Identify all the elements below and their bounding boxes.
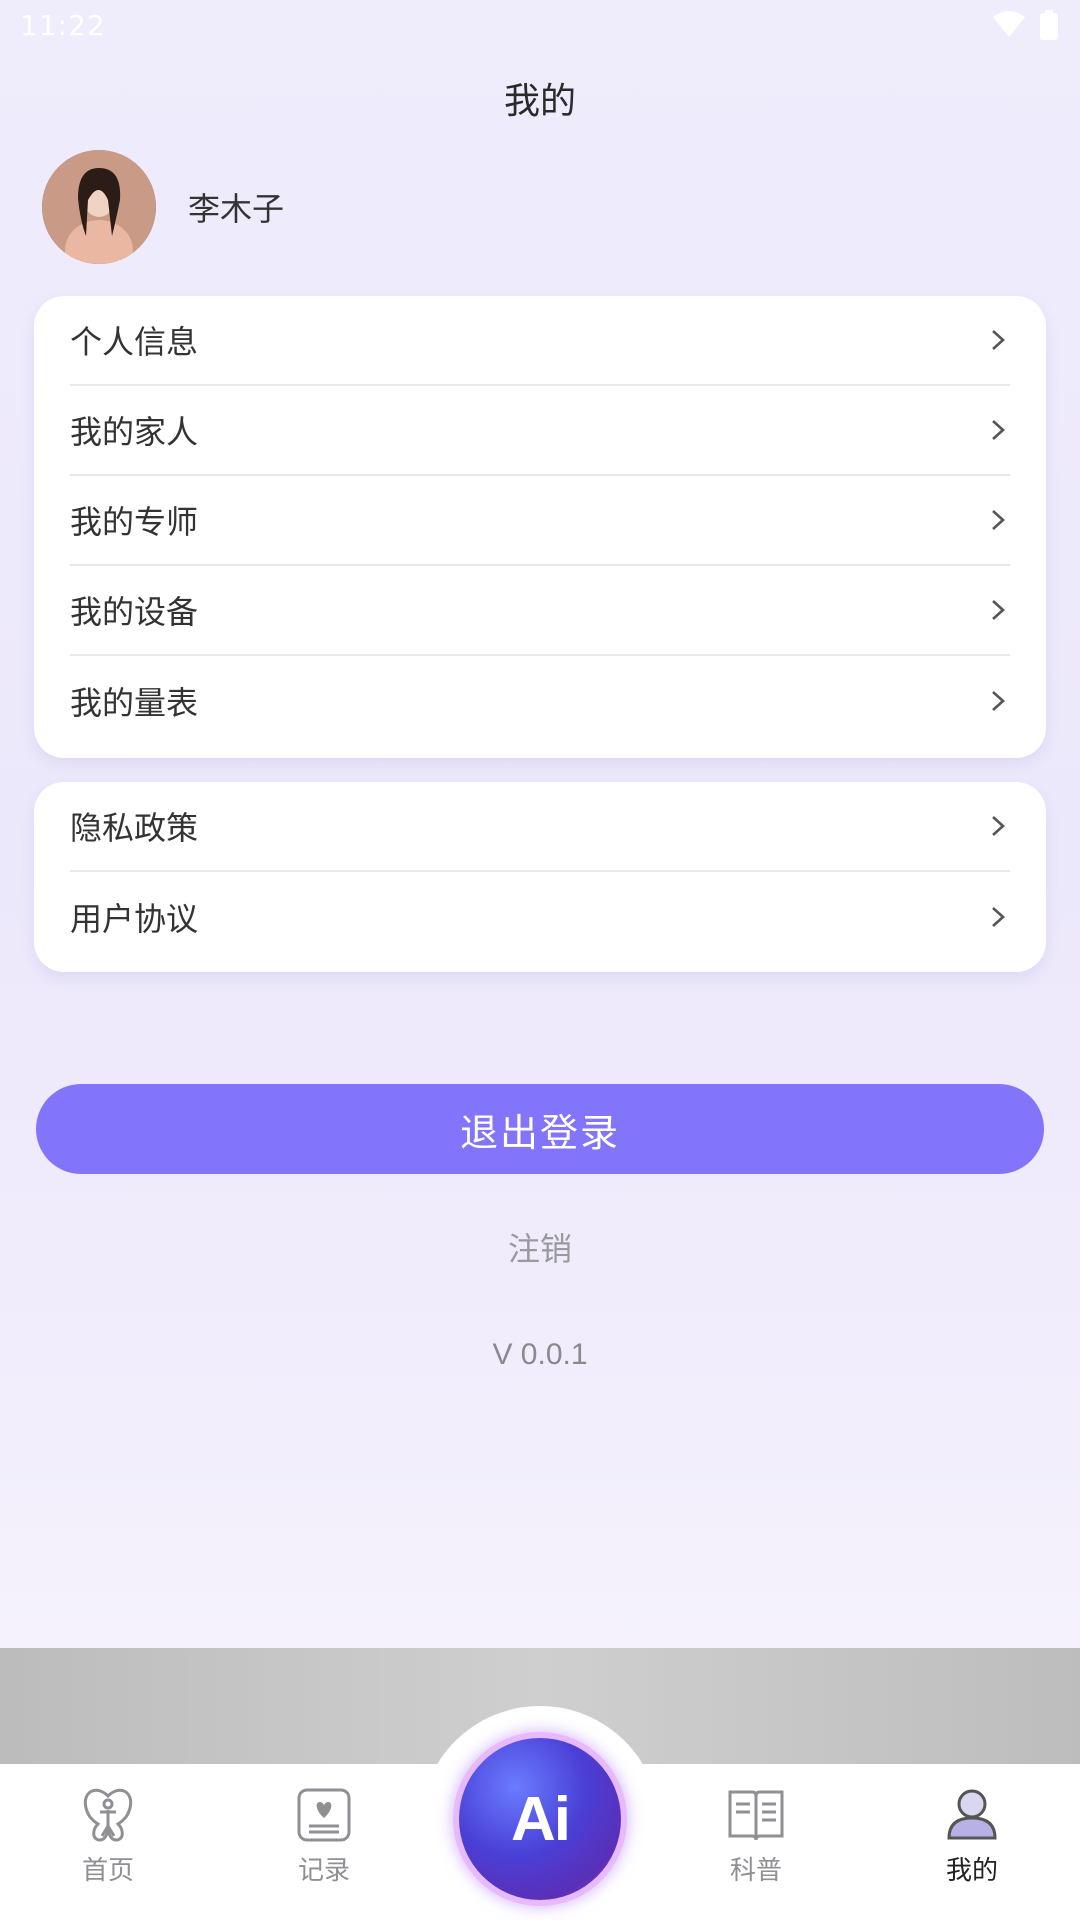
status-time: 11:22 [20,8,106,42]
profile-header[interactable]: 李木子 [42,150,284,264]
menu-item-label: 用户协议 [70,900,199,938]
status-icons [992,10,1058,40]
menu-item-privacy-policy[interactable]: 隐私政策 [70,782,1010,872]
logout-button[interactable]: 退出登录 [36,1084,1044,1174]
tab-label: 首页 [81,1856,134,1886]
menu-item-label: 个人信息 [70,323,199,361]
menu-card-legal: 隐私政策 用户协议 [34,782,1046,972]
tab-profile[interactable]: 我的 [912,1786,1032,1887]
ai-icon: Ai [511,1784,571,1854]
menu-item-label: 隐私政策 [70,809,199,847]
battery-icon [1040,10,1058,40]
chevron-right-icon [992,420,1005,440]
menu-item-label: 我的量表 [70,684,199,722]
deregister-link[interactable]: 注销 [0,1224,1080,1270]
status-bar: 11:22 [0,0,1080,50]
menu-item-devices[interactable]: 我的设备 [70,566,1010,656]
book-icon [728,1790,784,1841]
home-icon [83,1788,133,1842]
profile-icon [947,1789,997,1840]
username: 李木子 [188,190,285,228]
tab-label: 科普 [729,1856,782,1886]
chevron-right-icon [992,330,1005,350]
tab-home[interactable]: 首页 [48,1786,168,1887]
avatar-image [42,150,156,264]
chevron-right-icon [992,510,1005,530]
version-label: V 0.0.1 [492,1338,588,1371]
menu-item-family[interactable]: 我的家人 [70,386,1010,476]
ai-assistant-button[interactable]: Ai [459,1738,621,1900]
menu-item-label: 我的家人 [70,413,199,451]
chevron-right-icon [992,691,1005,711]
menu-item-user-agreement[interactable]: 用户协议 [70,872,1010,962]
menu-item-scales[interactable]: 我的量表 [70,656,1010,746]
menu-item-specialist[interactable]: 我的专师 [70,476,1010,566]
page-title: 我的 [503,81,576,122]
tab-label: 记录 [297,1856,350,1886]
tab-records[interactable]: 记录 [264,1786,384,1887]
chevron-right-icon [992,600,1005,620]
menu-item-personal-info[interactable]: 个人信息 [70,296,1010,386]
tab-label: 我的 [945,1856,998,1886]
menu-item-label: 我的设备 [70,593,199,631]
chevron-right-icon [992,816,1005,836]
record-icon [297,1788,351,1842]
wifi-icon [993,11,1025,37]
menu-card-account: 个人信息 我的家人 我的专师 我的设备 我的量表 [34,296,1046,758]
menu-item-label: 我的专师 [70,503,199,541]
avatar[interactable] [42,150,156,264]
chevron-right-icon [992,907,1005,927]
tab-science[interactable]: 科普 [696,1786,816,1887]
